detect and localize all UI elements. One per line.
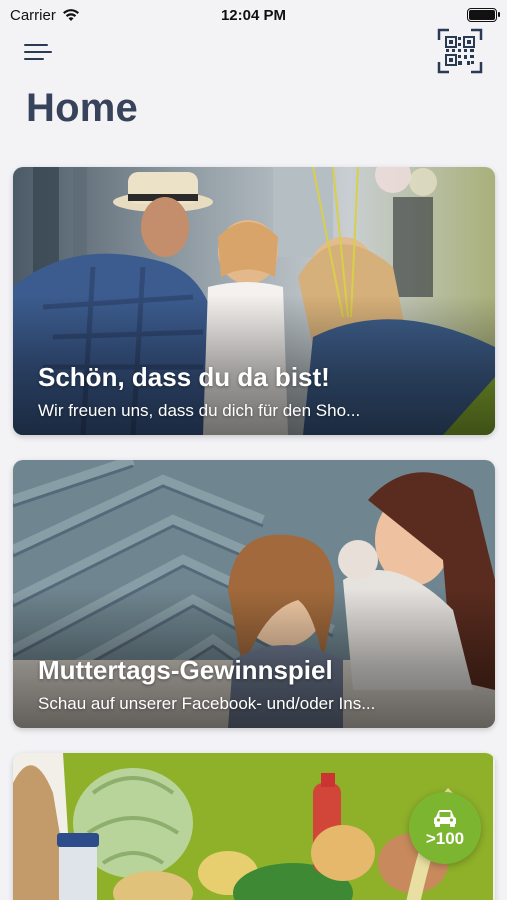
battery-icon: [467, 8, 500, 22]
card-title: Muttertags-Gewinnspiel: [38, 655, 333, 685]
hamburger-menu-line: [24, 58, 44, 60]
parking-count-button[interactable]: >100: [409, 792, 481, 864]
menu-button[interactable]: [24, 38, 56, 66]
fab-label: >100: [425, 828, 465, 848]
qr-code-scan-icon: [437, 28, 483, 74]
news-card-mothersday[interactable]: Muttertags-Gewinnspiel Schau auf unserer…: [13, 460, 495, 728]
news-card-welcome[interactable]: Schön, dass du da bist! Wir freuen uns, …: [13, 167, 495, 435]
page-title: Home: [26, 86, 138, 130]
qr-scan-button[interactable]: [437, 28, 483, 74]
status-bar: Carrier 12:04 PM: [0, 0, 507, 30]
card-subtitle: Schau auf unserer Facebook- und/oder Ins…: [38, 694, 376, 713]
card-subtitle: Wir freuen uns, dass du dich für den Sho…: [38, 401, 361, 420]
hamburger-menu-line: [24, 51, 52, 53]
wifi-icon: [62, 9, 79, 21]
status-left: Carrier: [10, 7, 80, 24]
carrier-label: Carrier: [10, 6, 56, 24]
hamburger-menu-icon: [24, 44, 48, 46]
car-icon: [434, 809, 456, 827]
card-title: Schön, dass du da bist!: [38, 362, 330, 392]
